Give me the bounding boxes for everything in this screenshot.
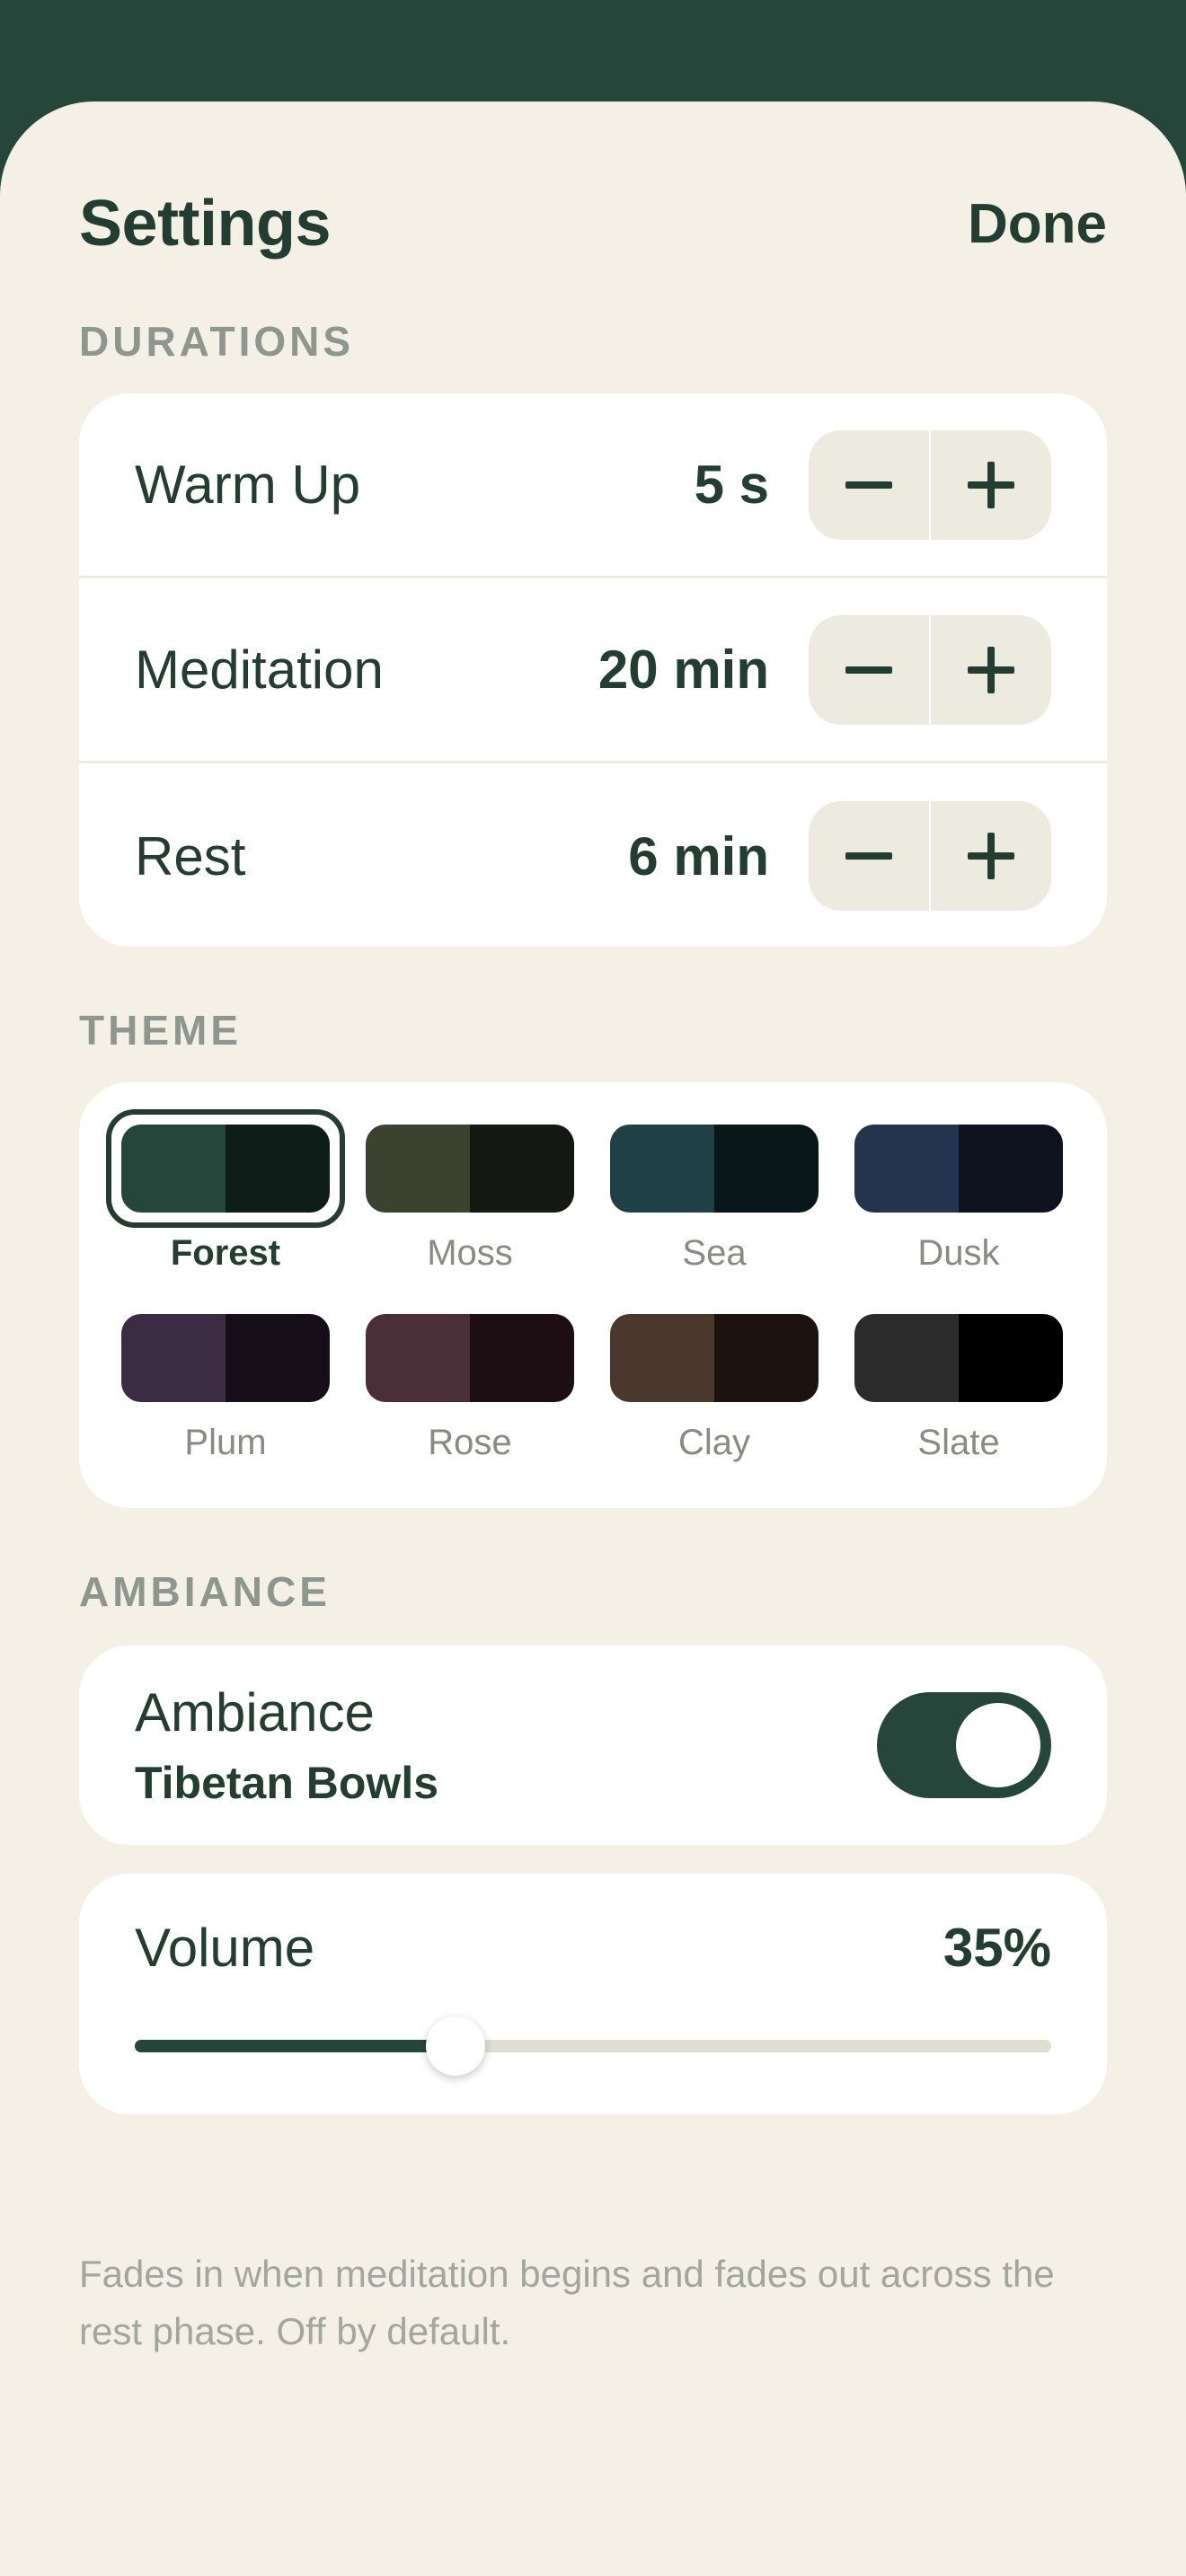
ambiance-toggle[interactable] [877, 1692, 1051, 1798]
theme-name-slate: Slate [917, 1423, 1000, 1462]
theme-name-dusk: Dusk [917, 1233, 1000, 1273]
toggle-knob [956, 1703, 1040, 1787]
page-title: Settings [79, 188, 332, 260]
theme-name-clay: Clay [677, 1423, 751, 1462]
duration-value: 5 s [694, 454, 769, 515]
header: Settings Done [79, 179, 1107, 269]
volume-slider-thumb[interactable] [426, 2016, 485, 2076]
duration-label: Rest [135, 825, 246, 887]
volume-card: Volume 35% [79, 1874, 1107, 2114]
theme-section-label: THEME [79, 1007, 242, 1054]
duration-row-warm-up: Warm Up 5 s [79, 393, 1107, 578]
duration-value: 6 min [628, 825, 769, 887]
ambiance-card: Ambiance Tibetan Bowls [79, 1645, 1107, 1845]
minus-icon [845, 852, 892, 860]
duration-label: Meditation [135, 640, 384, 700]
theme-name-moss: Moss [427, 1233, 513, 1273]
theme-swatch-slate[interactable] [854, 1314, 1063, 1402]
durations-card: Warm Up 5 s Meditation 20 min Rest 6 min [79, 393, 1107, 947]
warm-up-decrement-button[interactable] [809, 430, 929, 540]
theme-swatch-sea[interactable] [610, 1125, 819, 1213]
volume-slider-fill [135, 2040, 456, 2052]
volume-slider-track[interactable] [135, 2016, 1051, 2076]
done-button[interactable]: Done [968, 192, 1107, 256]
duration-row-meditation: Meditation 20 min [79, 578, 1107, 763]
theme-card: Forest Moss Sea Dusk Plum Rose Clay Slat… [79, 1082, 1107, 1508]
meditation-decrement-button[interactable] [809, 615, 929, 725]
duration-row-rest: Rest 6 min [79, 763, 1107, 948]
theme-name-sea: Sea [682, 1233, 747, 1273]
volume-label: Volume [135, 1918, 315, 1978]
minus-icon [845, 666, 892, 674]
theme-swatch-plum[interactable] [121, 1314, 330, 1402]
meditation-stepper [809, 614, 1051, 725]
volume-value: 35% [943, 1918, 1051, 1978]
theme-name-rose: Rose [428, 1423, 512, 1462]
durations-section-label: DURATIONS [79, 318, 355, 365]
rest-increment-button[interactable] [931, 801, 1051, 911]
settings-sheet: Settings Done DURATIONS Warm Up 5 s Medi… [0, 101, 1186, 2576]
theme-name-forest: Forest [170, 1233, 281, 1273]
ambiance-section-label: AMBIANCE [79, 1568, 331, 1615]
ambiance-footnote: Fades in when meditation begins and fade… [79, 2253, 1055, 2352]
theme-name-plum: Plum [184, 1423, 267, 1462]
plus-icon [968, 646, 1015, 693]
rest-decrement-button[interactable] [809, 801, 929, 911]
plus-icon [968, 833, 1015, 879]
theme-swatch-moss[interactable] [366, 1125, 574, 1213]
plus-icon [968, 461, 1015, 508]
duration-value: 20 min [597, 640, 769, 700]
rest-stepper [809, 801, 1051, 911]
warm-up-stepper [809, 429, 1051, 540]
theme-swatch-dusk[interactable] [854, 1125, 1063, 1213]
theme-swatch-forest[interactable] [121, 1125, 330, 1213]
warm-up-increment-button[interactable] [931, 430, 1051, 540]
minus-icon [845, 481, 892, 489]
ambiance-title: Ambiance [135, 1682, 375, 1742]
meditation-increment-button[interactable] [931, 615, 1051, 725]
duration-label: Warm Up [135, 454, 361, 515]
theme-swatch-rose[interactable] [366, 1314, 574, 1402]
theme-swatch-clay[interactable] [610, 1314, 819, 1402]
ambiance-sound-name: Tibetan Bowls [135, 1758, 439, 1808]
